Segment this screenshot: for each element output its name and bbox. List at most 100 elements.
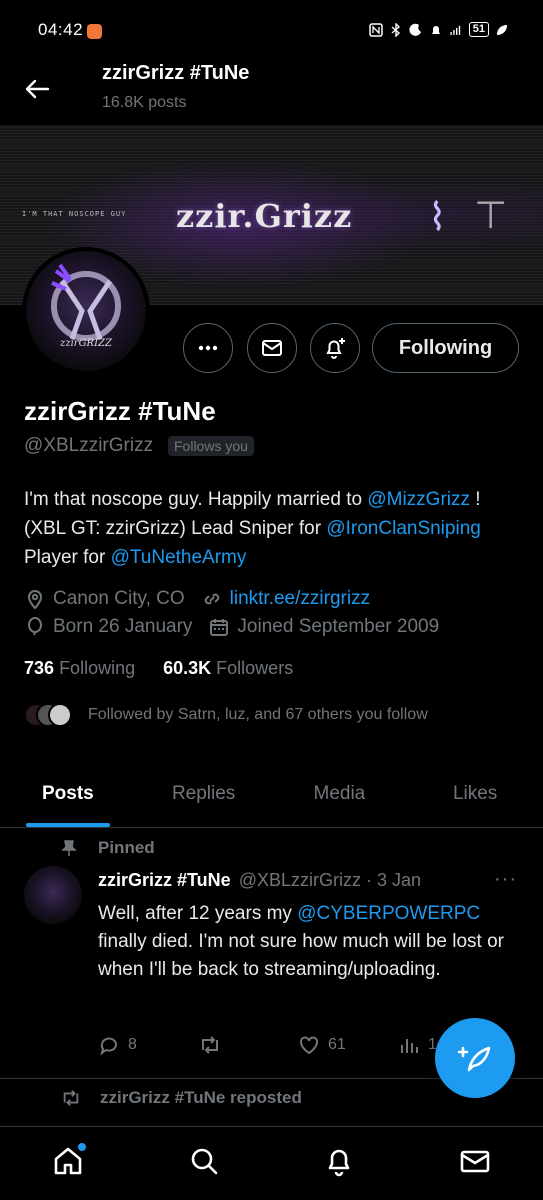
tab-likes[interactable]: Likes <box>407 760 543 827</box>
profile-meta-row: Canon City, CO linktr.ee/zzirgrizz <box>24 588 386 610</box>
follows-you-badge: Follows you <box>168 436 254 456</box>
bio-mention-link[interactable]: @IronClanSniping <box>326 518 481 539</box>
tweet-text-part: finally died. I'm not sure how much will… <box>98 931 504 980</box>
battery-indicator: 51 <box>468 22 489 37</box>
profile-bio: I'm that noscope guy. Happily married to… <box>24 485 524 572</box>
more-options-button[interactable] <box>183 323 233 373</box>
location-pin-icon <box>27 590 43 610</box>
repost-icon <box>202 1036 218 1054</box>
more-dots-icon <box>198 345 218 351</box>
new-content-dot <box>77 1142 86 1151</box>
search-icon <box>191 1148 217 1174</box>
header-title: zzirGrizz #TuNe <box>102 62 250 84</box>
website-link[interactable]: linktr.ee/zzirgrizz <box>230 588 370 610</box>
mail-icon <box>460 1150 490 1172</box>
tweet-author-name[interactable]: zzirGrizz #TuNe <box>98 870 231 891</box>
followed-by-row[interactable]: Followed by Satrn, luz, and 67 others yo… <box>24 700 428 730</box>
repost-icon <box>63 1090 79 1106</box>
like-button[interactable]: 61 <box>298 1034 398 1056</box>
avatar-image: zzirGRIZZ <box>26 251 146 371</box>
leaf-icon <box>497 24 507 35</box>
status-icons: 51 <box>369 22 509 37</box>
avatar-caption: zzirGRIZZ <box>60 338 112 349</box>
tab-label: Posts <box>42 782 94 804</box>
following-stat-label: Following <box>59 658 136 678</box>
birthday-text: Born 26 January <box>53 616 193 637</box>
heart-icon <box>300 1036 318 1055</box>
bottom-navigation <box>0 1126 543 1200</box>
repost-label[interactable]: zzirGrizz #TuNe reposted <box>100 1088 302 1108</box>
birthday-item: Born 26 January <box>24 616 192 638</box>
like-count: 61 <box>328 1036 346 1053</box>
active-tab-indicator <box>26 823 110 827</box>
banner-logo-icon: ⊤ <box>474 195 508 237</box>
reply-button[interactable]: 8 <box>98 1034 198 1056</box>
banner-tagline: I'M THAT NOSCOPE GUY <box>22 210 127 218</box>
pinned-indicator: Pinned <box>60 838 155 858</box>
mail-icon <box>262 340 282 356</box>
pinned-label: Pinned <box>98 838 155 857</box>
followers-stat[interactable]: 60.3K Followers <box>163 658 293 679</box>
message-button[interactable] <box>247 323 297 373</box>
repost-indicator: zzirGrizz #TuNe reposted <box>60 1088 302 1108</box>
followers-stat-label: Followers <box>216 658 294 678</box>
tab-replies[interactable]: Replies <box>136 760 272 827</box>
tweet-text-part: Well, after 12 years my <box>98 903 298 924</box>
nav-messages[interactable] <box>455 1141 495 1181</box>
reply-icon <box>100 1037 117 1056</box>
tweet-handle-date: @XBLzzirGrizz · 3 Jan <box>238 870 422 890</box>
user-handle: @XBLzzirGrizz <box>24 435 154 456</box>
following-count: 736 <box>24 658 55 678</box>
location-text: Canon City, CO <box>53 588 185 609</box>
views-chart-icon <box>401 1039 418 1053</box>
tab-label: Likes <box>452 782 498 804</box>
back-arrow-icon[interactable] <box>22 74 52 104</box>
location-item: Canon City, CO <box>24 588 185 610</box>
status-bar: 04:42 51 <box>0 0 543 60</box>
banner-glyph-icon: ⌇ <box>428 197 447 239</box>
tweet-mention-link[interactable]: @CYBERPOWERPC <box>297 903 480 924</box>
tab-posts[interactable]: Posts <box>0 760 136 827</box>
notifications-subscribe-button[interactable] <box>310 323 360 373</box>
profile-tabs: Posts Replies Media Likes <box>0 760 543 828</box>
following-stat[interactable]: 736 Following <box>24 658 135 679</box>
balloon-icon <box>28 617 42 636</box>
joined-text: Joined September 2009 <box>237 616 440 637</box>
tweet-header: zzirGrizz #TuNe @XBLzzirGrizz · 3 Jan <box>98 870 421 891</box>
nav-home[interactable] <box>48 1141 88 1181</box>
profile-avatar[interactable]: zzirGRIZZ <box>22 247 150 375</box>
nav-search[interactable] <box>184 1141 224 1181</box>
bio-text: I'm that noscope guy. Happily married to <box>24 489 368 510</box>
bio-text: Player for <box>24 547 111 568</box>
display-name: zzirGrizz #TuNe <box>24 396 216 426</box>
bio-mention-link[interactable]: @MizzGrizz <box>367 489 470 510</box>
repost-button[interactable] <box>198 1034 298 1056</box>
website-item[interactable]: linktr.ee/zzirgrizz <box>201 588 370 610</box>
pin-icon <box>61 840 77 856</box>
tab-media[interactable]: Media <box>272 760 408 827</box>
bell-icon <box>329 1149 350 1176</box>
profile-header: zzirGrizz #TuNe 16.8K posts <box>0 60 543 120</box>
compose-post-button[interactable] <box>435 1018 515 1098</box>
status-time: 04:42 <box>38 20 84 39</box>
followed-by-text: Followed by Satrn, luz, and 67 others yo… <box>88 706 428 723</box>
notification-app-icon <box>87 24 102 39</box>
nfc-icon <box>369 22 383 37</box>
reply-count: 8 <box>128 1036 137 1053</box>
bio-mention-link[interactable]: @TuNetheArmy <box>111 547 247 568</box>
tweet-text[interactable]: Well, after 12 years my @CYBERPOWERPC fi… <box>98 900 518 984</box>
signal-icon <box>450 25 460 35</box>
nav-notifications[interactable] <box>319 1141 359 1181</box>
compose-feather-icon <box>457 1046 491 1072</box>
bluetooth-icon <box>391 22 400 37</box>
tweet-more-icon[interactable]: ··· <box>494 868 517 891</box>
link-icon <box>204 593 219 605</box>
following-button[interactable]: Following <box>372 323 519 373</box>
banner-name-art: zzir.Grizz <box>176 197 353 235</box>
bell-plus-icon <box>326 338 345 359</box>
do-not-disturb-icon <box>409 23 421 36</box>
tweet-avatar[interactable] <box>24 866 82 924</box>
tab-label: Replies <box>171 782 236 804</box>
profile-meta-row: Born 26 January Joined September 2009 <box>24 616 455 638</box>
tab-label: Media <box>313 782 366 804</box>
